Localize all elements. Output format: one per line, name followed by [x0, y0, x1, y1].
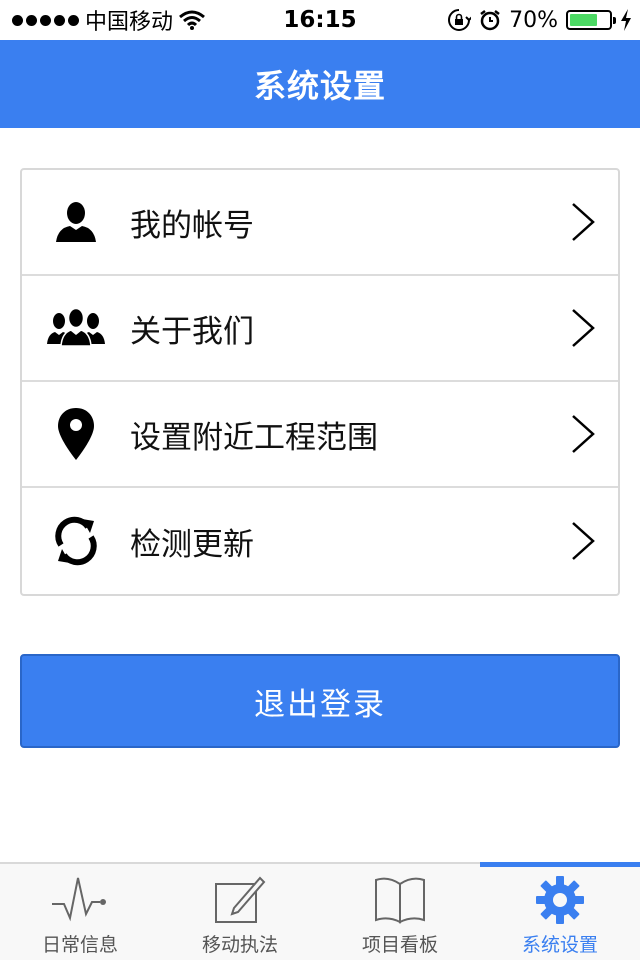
menu-item-nearby-range[interactable]: 设置附近工程范围 — [22, 382, 618, 488]
menu-item-check-update[interactable]: 检测更新 — [22, 488, 618, 594]
menu-item-label: 检测更新 — [130, 526, 254, 563]
nav-header: 系统设置 — [0, 40, 640, 128]
tab-bar: 日常信息 移动执法 项目看板 系统设置 — [0, 862, 640, 960]
tab-label: 移动执法 — [201, 934, 278, 956]
chevron-right-icon — [572, 203, 595, 241]
status-bar: 中国移动 16:15 70% — [0, 0, 640, 40]
refresh-icon — [55, 516, 97, 566]
tab-system-settings[interactable]: 系统设置 — [480, 862, 640, 960]
chevron-right-icon — [572, 309, 595, 347]
tab-label: 项目看板 — [361, 934, 438, 956]
tab-mobile-enforcement[interactable]: 移动执法 — [160, 864, 320, 960]
logout-button[interactable]: 退出登录 — [20, 654, 620, 748]
status-bar-right: 70% — [447, 0, 632, 40]
settings-menu: 我的帐号 关于我们 设置附近工程范围 检测更新 — [20, 168, 620, 596]
alarm-icon — [480, 10, 500, 31]
edit-icon — [215, 876, 266, 923]
menu-item-account[interactable]: 我的帐号 — [22, 170, 618, 276]
battery-icon — [566, 10, 616, 30]
rotation-lock-icon — [448, 9, 472, 31]
battery-fill — [570, 14, 597, 26]
chevron-right-icon — [572, 522, 595, 560]
tab-daily-info[interactable]: 日常信息 — [0, 864, 160, 960]
gear-icon — [536, 876, 584, 924]
group-icon — [47, 308, 105, 347]
menu-item-label: 我的帐号 — [130, 207, 254, 244]
tab-label: 日常信息 — [41, 934, 118, 956]
battery-percent: 70% — [509, 7, 558, 33]
user-icon — [56, 202, 96, 242]
page-title: 系统设置 — [253, 67, 386, 105]
map-pin-icon — [58, 408, 94, 460]
pulse-icon — [52, 877, 106, 922]
book-icon — [375, 877, 425, 924]
charging-icon — [621, 9, 631, 31]
menu-item-label: 关于我们 — [130, 313, 254, 350]
tab-project-board[interactable]: 项目看板 — [320, 864, 480, 960]
menu-item-about[interactable]: 关于我们 — [22, 276, 618, 382]
menu-item-label: 设置附近工程范围 — [130, 419, 378, 456]
tab-label: 系统设置 — [521, 934, 598, 956]
chevron-right-icon — [572, 415, 595, 453]
